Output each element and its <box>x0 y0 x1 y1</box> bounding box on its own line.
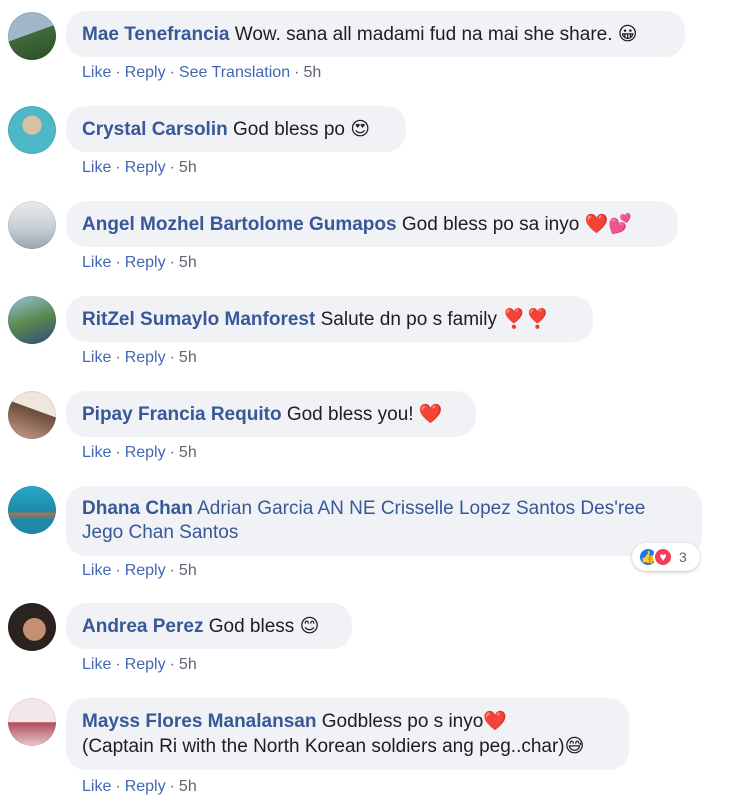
reply-link[interactable]: Reply <box>125 64 166 81</box>
comment-bubble: Angel Mozhel Bartolome Gumapos God bless… <box>66 201 678 247</box>
comment-author[interactable]: Crystal Carsolin <box>82 119 228 140</box>
emoji-heart-exclamation: ❣️❣️ <box>502 308 550 330</box>
avatar[interactable] <box>8 106 56 154</box>
emoji-heart: ❤️ <box>418 403 443 425</box>
comment-text-line2: (Captain Ri with the North Korean soldie… <box>82 736 565 757</box>
comment-text: God bless <box>208 616 295 637</box>
like-link[interactable]: Like <box>82 778 111 795</box>
comment-author[interactable]: Andrea Perez <box>82 616 203 637</box>
comment-author[interactable]: Mayss Flores Manalansan <box>82 711 316 732</box>
reply-link[interactable]: Reply <box>125 444 166 461</box>
like-link[interactable]: Like <box>82 159 111 176</box>
comment-timestamp[interactable]: 5h <box>179 159 197 176</box>
emoji-grinning: 😀 <box>617 23 638 45</box>
comment-actions: Like · Reply · 5h <box>82 778 197 795</box>
reply-link[interactable]: Reply <box>125 254 166 271</box>
comment-text: Salute dn po s family <box>320 309 497 330</box>
avatar[interactable] <box>8 603 56 651</box>
emoji-smiling: 😊 <box>299 615 320 637</box>
reply-link[interactable]: Reply <box>125 778 166 795</box>
comment-author[interactable]: Mae Tenefrancia <box>82 24 229 45</box>
comment-actions: Like · Reply · 5h <box>82 349 197 366</box>
comment-bubble: Andrea Perez God bless 😊 <box>66 603 352 649</box>
avatar[interactable] <box>8 698 56 746</box>
reply-link[interactable]: Reply <box>125 562 166 579</box>
comment-bubble: RitZel Sumaylo Manforest Salute dn po s … <box>66 296 593 342</box>
comment-author[interactable]: Angel Mozhel Bartolome Gumapos <box>82 214 397 235</box>
see-translation-link[interactable]: See Translation <box>179 64 290 81</box>
comment-author[interactable]: RitZel Sumaylo Manforest <box>82 309 315 330</box>
reply-link[interactable]: Reply <box>125 159 166 176</box>
like-link[interactable]: Like <box>82 656 111 673</box>
like-link[interactable]: Like <box>82 254 111 271</box>
comment-text: Wow. sana all madami fud na mai she shar… <box>234 24 613 45</box>
emoji-heart-eyes: 😍 <box>350 118 371 140</box>
comment-timestamp[interactable]: 5h <box>179 349 197 366</box>
comment-actions: Like · Reply · 5h <box>82 159 197 176</box>
comment-bubble: Crystal Carsolin God bless po 😍 <box>66 106 406 152</box>
comment-author[interactable]: Pipay Francia Requito <box>82 404 282 425</box>
comment-actions: Like · Reply · 5h <box>82 656 197 673</box>
reply-link[interactable]: Reply <box>125 656 166 673</box>
love-reaction-icon: ♥ <box>653 547 673 567</box>
comment-bubble: Dhana Chan Adrian Garcia AN NE Crisselle… <box>66 486 702 556</box>
comment-timestamp[interactable]: 5h <box>179 444 197 461</box>
comment-text: Godbless po s inyo <box>321 711 484 732</box>
avatar[interactable] <box>8 391 56 439</box>
like-link[interactable]: Like <box>82 562 111 579</box>
avatar[interactable] <box>8 296 56 344</box>
comment-text: God bless po sa inyo <box>401 214 580 235</box>
comment-text: God bless you! <box>286 404 414 425</box>
comment-actions: Like · Reply · 5h <box>82 254 197 271</box>
comment-actions: Like · Reply · See Translation · 5h <box>82 64 322 81</box>
comment-actions: Like · Reply · 5h <box>82 562 197 579</box>
emoji-hearts: ❤️💕 <box>584 213 632 235</box>
emoji-heart: ❤️ <box>483 710 507 732</box>
comment-timestamp[interactable]: 5h <box>179 778 197 795</box>
comment-bubble: Mae Tenefrancia Wow. sana all madami fud… <box>66 11 685 57</box>
comment-timestamp[interactable]: 5h <box>179 656 197 673</box>
like-link[interactable]: Like <box>82 444 111 461</box>
avatar[interactable] <box>8 486 56 534</box>
comment-text: God bless po <box>233 119 345 140</box>
comment-actions: Like · Reply · 5h <box>82 444 197 461</box>
avatar[interactable] <box>8 201 56 249</box>
comment-bubble: Mayss Flores Manalansan Godbless po s in… <box>66 698 629 770</box>
comment-bubble: Pipay Francia Requito God bless you! ❤️ <box>66 391 476 437</box>
comment-author[interactable]: Dhana Chan <box>82 498 193 519</box>
like-link[interactable]: Like <box>82 64 111 81</box>
emoji-sweat-smile: 😅 <box>564 735 585 757</box>
avatar[interactable] <box>8 12 56 60</box>
reply-link[interactable]: Reply <box>125 349 166 366</box>
comment-timestamp[interactable]: 5h <box>179 562 197 579</box>
like-link[interactable]: Like <box>82 349 111 366</box>
reaction-summary[interactable]: 👍 ♥ 3 <box>632 543 700 571</box>
comment-timestamp[interactable]: 5h <box>179 254 197 271</box>
comment-feed: Mae Tenefrancia Wow. sana all madami fud… <box>0 0 750 811</box>
comment-timestamp[interactable]: 5h <box>303 64 321 81</box>
reaction-count: 3 <box>679 549 687 565</box>
